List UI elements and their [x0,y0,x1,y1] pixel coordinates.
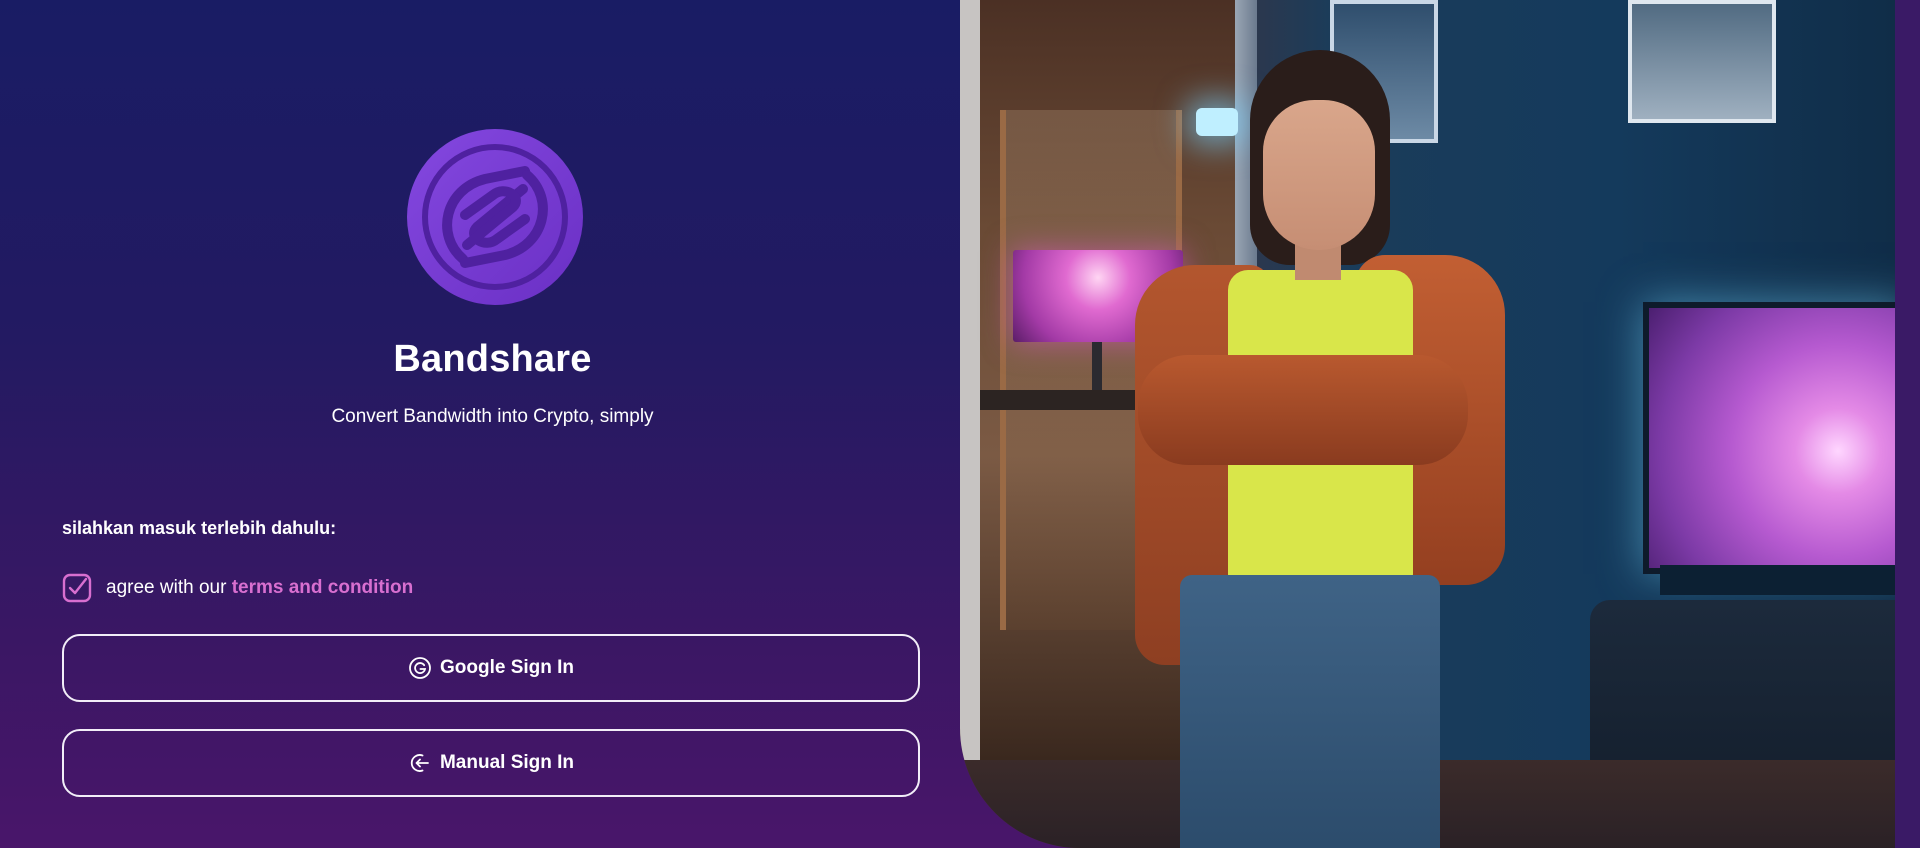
terms-agreement: agree with our terms and condition [62,573,413,603]
agree-prefix: agree with our [106,577,232,598]
app-tagline: Convert Bandwidth into Crypto, simply [331,406,654,427]
google-icon [409,657,431,679]
bandshare-logo-icon [407,129,583,305]
sign-in-prompt: silahkan masuk terlebih dahulu: [62,518,337,538]
hero-photo [960,0,1895,848]
app-title: Bandshare [393,338,592,380]
login-icon [410,754,429,772]
agree-label: agree with our terms and condition [106,577,413,599]
login-screen: Bandshare Convert Bandwidth into Crypto,… [0,0,1920,848]
agree-checkbox[interactable] [62,573,92,603]
manual-sign-in-label: Manual Sign In [439,752,575,773]
google-sign-in-button[interactable]: Google Sign In [62,634,920,702]
google-sign-in-label: Google Sign In [439,657,575,678]
terms-link[interactable]: terms and condition [232,577,414,598]
login-panel: Bandshare Convert Bandwidth into Crypto,… [0,0,960,848]
manual-sign-in-button[interactable]: Manual Sign In [62,729,920,797]
